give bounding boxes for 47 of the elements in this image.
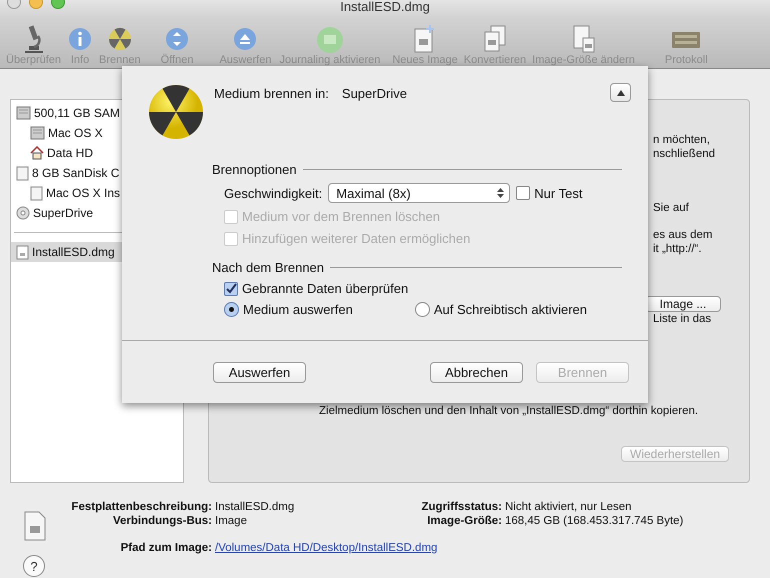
instruction-text: Zielmedium löschen und den Inhalt von „InstallESD.dmg“ dorthin kopieren. <box>319 404 700 418</box>
instruction-text: n möchten, <box>653 133 711 147</box>
documents-icon <box>482 24 508 54</box>
drive-icon <box>30 186 43 200</box>
info-value: Image <box>215 515 248 527</box>
window-title: InstallESD.dmg <box>340 0 430 14</box>
radiation-icon <box>148 84 204 140</box>
radio-button[interactable]: Auf Schreibtisch aktivieren <box>414 302 588 317</box>
disclosure-button[interactable] <box>610 83 631 102</box>
info-label: Zugriffsstatus: <box>420 501 503 513</box>
info-value: 168,45 GB (168.453.317.745 Byte) <box>505 515 684 527</box>
instruction-text: Sie auf <box>653 201 690 215</box>
document-resize-icon <box>570 24 597 54</box>
verify-checkbox[interactable]: Gebrannte Daten überprüfen <box>212 280 622 297</box>
image-button[interactable]: Image ... <box>645 296 721 312</box>
document-icon <box>16 244 29 260</box>
dialog-button[interactable]: Auswerfen <box>213 362 306 382</box>
info-label: Image-Größe: <box>426 515 503 527</box>
drive-icon <box>16 166 29 180</box>
dialog-button[interactable]: Abbrechen <box>430 362 523 382</box>
target-drive: SuperDrive <box>342 86 408 101</box>
instruction-text: es aus dem <box>653 228 714 242</box>
target-label: Medium brennen in: <box>214 86 329 101</box>
info-value: InstallESD.dmg <box>215 501 296 513</box>
section-heading: Nach dem Brennen <box>212 260 324 275</box>
info-value: Nicht aktiviert, nur Lesen <box>505 501 633 513</box>
section-heading: Brennoptionen <box>212 162 297 177</box>
info-label: Verbindungs-Bus: <box>112 515 213 527</box>
speed-label: Geschwindigkeit: <box>224 186 322 200</box>
hard-drive-icon <box>30 126 45 140</box>
path-link[interactable]: /Volumes/Data HD/Desktop/InstallESD.dmg <box>215 542 684 554</box>
instruction-text: nschließend <box>653 147 716 161</box>
home-icon <box>30 146 44 160</box>
help-button[interactable]: ? <box>23 555 45 577</box>
test-checkbox[interactable]: Nur Test <box>516 186 582 200</box>
triangle-up-icon <box>616 90 624 96</box>
hard-drive-icon <box>16 106 31 120</box>
stepper-arrows-icon <box>497 188 504 198</box>
radio-button[interactable]: Medium auswerfen <box>224 302 353 317</box>
info-label: Festplattenbeschreibung: <box>70 501 213 513</box>
instruction-text: Liste in das <box>653 312 712 326</box>
document-icon <box>23 511 47 541</box>
optical-drive-icon <box>16 206 30 220</box>
speed-select[interactable]: Maximal (8x) <box>328 183 510 203</box>
info-label: Pfad zum Image: <box>120 542 213 554</box>
instruction-text: it „http://“. <box>653 242 703 256</box>
checkmark-icon <box>225 282 237 294</box>
